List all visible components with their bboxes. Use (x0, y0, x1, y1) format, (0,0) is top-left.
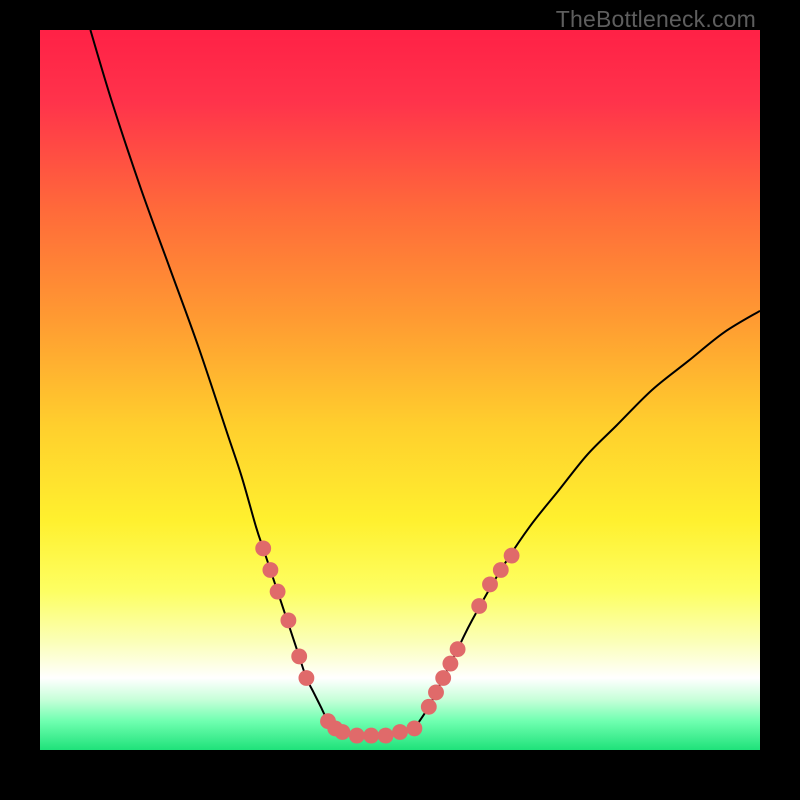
marker-dot (482, 576, 498, 592)
marker-dot (504, 548, 520, 564)
marker-dot (406, 720, 422, 736)
chart-svg (40, 30, 760, 750)
marker-dot (392, 724, 408, 740)
marker-dot (442, 656, 458, 672)
marker-dot (471, 598, 487, 614)
marker-dot (378, 728, 394, 744)
marker-dot (493, 562, 509, 578)
marker-dot (334, 724, 350, 740)
marker-dot (262, 562, 278, 578)
marker-dot (421, 699, 437, 715)
plot-area (40, 30, 760, 765)
marker-dot (435, 670, 451, 686)
marker-dot (349, 728, 365, 744)
marker-dot (450, 641, 466, 657)
chart-container: TheBottleneck.com (0, 0, 800, 800)
marker-dot (291, 648, 307, 664)
marker-dot (298, 670, 314, 686)
marker-dot (280, 612, 296, 628)
data-curves (90, 30, 760, 737)
watermark-text: TheBottleneck.com (556, 6, 756, 33)
marker-dot (428, 684, 444, 700)
marker-dot (363, 728, 379, 744)
v-curve (90, 30, 760, 737)
marker-dot (255, 540, 271, 556)
marker-dot (270, 584, 286, 600)
